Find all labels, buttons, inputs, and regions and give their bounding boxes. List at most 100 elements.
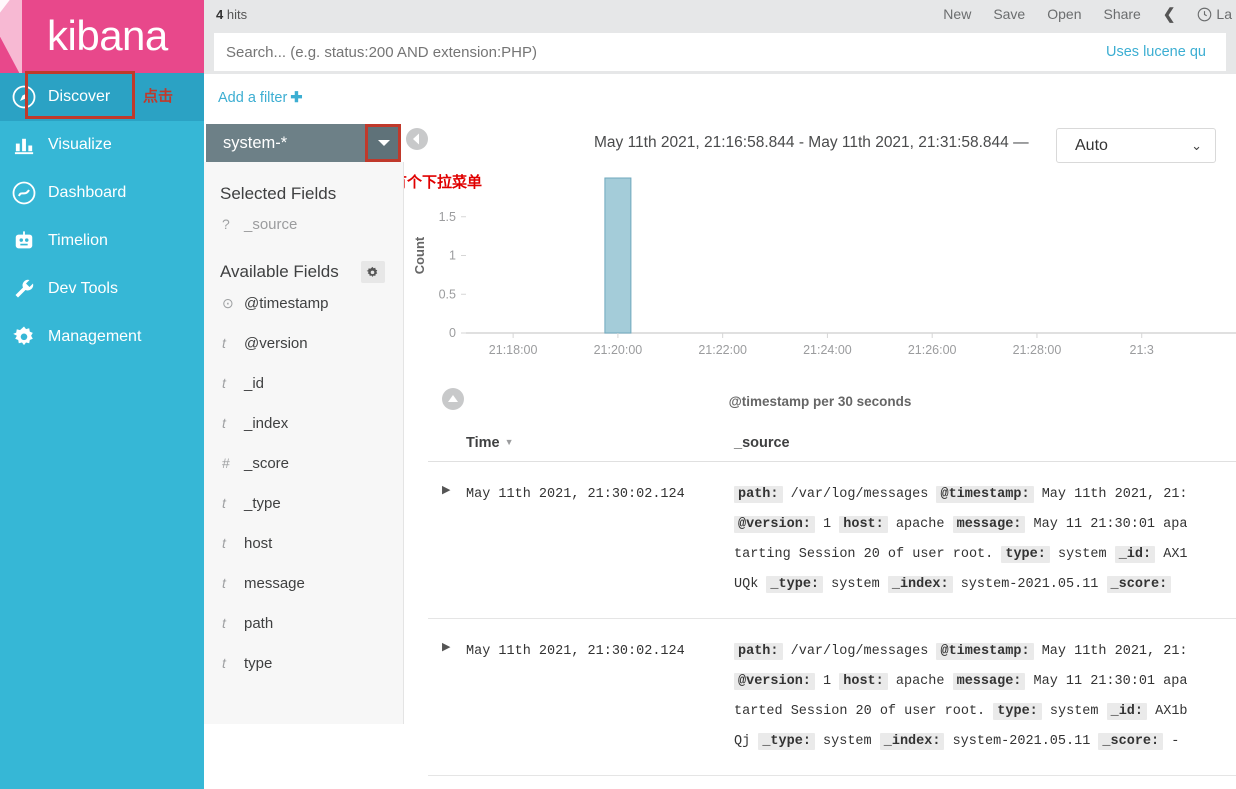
field-sidebar: Selected Fields ? _source Available Fiel… xyxy=(204,162,404,724)
wrench-icon xyxy=(0,277,48,301)
field-name: message xyxy=(244,574,305,592)
source-field-key: _index: xyxy=(879,733,945,750)
new-button[interactable]: New xyxy=(943,6,971,22)
source-field-value: May 11th 2021, 21: xyxy=(1041,644,1188,659)
collapse-chart-icon[interactable] xyxy=(442,388,464,410)
field-item-message[interactable]: t message xyxy=(204,563,403,603)
sidebar-item-dashboard[interactable]: Dashboard xyxy=(0,169,204,217)
table-row[interactable]: ▶ May 11th 2021, 21:30:02.124 path: /var/l… xyxy=(428,619,1236,776)
sidebar-item-label: Visualize xyxy=(48,136,112,153)
source-field-value: system-2021.05.11 xyxy=(960,577,1099,592)
field-item-score[interactable]: # _score xyxy=(204,443,403,483)
source-line: path: /var/log/messages @timestamp: May … xyxy=(734,637,1236,667)
field-type-icon: # xyxy=(222,455,230,471)
sort-caret-icon[interactable]: ▼ xyxy=(505,437,514,447)
search-input[interactable] xyxy=(214,43,1226,61)
source-field-value: - xyxy=(1171,734,1180,749)
source-field-value: /var/log/messages xyxy=(790,487,929,502)
table-body: ▶ May 11th 2021, 21:30:02.124 path: /var/l… xyxy=(428,462,1236,789)
add-filter-label: Add a filter xyxy=(218,90,288,106)
field-name: @timestamp xyxy=(244,294,329,312)
histogram-chart[interactable]: 0 0.5 1 1.5 Count 21:18:00 21:20:00 21:22:00 21:… xyxy=(404,170,1236,370)
source-field-value: system xyxy=(1049,704,1099,719)
source-line: @version: 1 host: apache message: May 11… xyxy=(734,510,1236,540)
add-filter-button[interactable]: Add a filter ✚ xyxy=(218,90,302,106)
row-time-cell: May 11th 2021, 21:30:02.124 xyxy=(466,487,685,502)
brand-name: kibana xyxy=(47,12,168,59)
search-box[interactable]: Uses lucene qu xyxy=(214,33,1226,71)
row-time-cell: May 11th 2021, 21:30:02.124 xyxy=(466,644,685,659)
field-item-host[interactable]: t host xyxy=(204,523,403,563)
open-button[interactable]: Open xyxy=(1047,6,1081,22)
field-type-icon: t xyxy=(222,535,226,551)
field-item-id[interactable]: t _id xyxy=(204,363,403,403)
field-name: host xyxy=(244,534,273,552)
selected-fields-label: Selected Fields xyxy=(220,184,337,203)
sidebar-item-management[interactable]: Management xyxy=(0,313,204,361)
field-name: _index xyxy=(244,414,289,432)
index-pattern-selector[interactable]: system-* xyxy=(206,124,401,162)
save-button[interactable]: Save xyxy=(993,6,1025,22)
row-source-cell: path: /var/log/messages @timestamp: May … xyxy=(734,480,1236,600)
svg-text:21:28:00: 21:28:00 xyxy=(1013,343,1062,357)
filter-bar: Add a filter ✚ xyxy=(204,74,1236,122)
source-field-value: apache xyxy=(895,674,945,689)
selected-fields-title: Selected Fields xyxy=(204,184,403,204)
field-item-type[interactable]: t type xyxy=(204,643,403,683)
histogram-area: May 11th 2021, 21:16:58.844 - May 11th 2… xyxy=(404,122,1236,422)
field-name: _type xyxy=(244,494,281,512)
sidebar-item-label: Discover xyxy=(48,88,111,105)
field-item-version[interactable]: t @version xyxy=(204,323,403,363)
sidebar-item-label: Dashboard xyxy=(48,184,127,201)
time-picker-button[interactable]: La xyxy=(1197,6,1232,22)
table-row[interactable]: ▶ May 11th 2021, 21:30:02.124 path: /var/l… xyxy=(428,462,1236,619)
row-source-cell: path: /var/log/messages @timestamp: May … xyxy=(734,637,1236,757)
hits-count: 4 hits xyxy=(204,7,247,22)
sidebar-item-label: Timelion xyxy=(48,232,108,249)
source-field-key: host: xyxy=(839,673,888,690)
expand-row-icon[interactable]: ▶ xyxy=(428,637,466,757)
time-column-header[interactable]: Time ▼ xyxy=(466,435,734,451)
field-item-path[interactable]: t path xyxy=(204,603,403,643)
svg-text:21:3: 21:3 xyxy=(1130,343,1154,357)
chevron-down-icon[interactable] xyxy=(367,124,401,162)
field-name: _source xyxy=(244,215,298,233)
field-item-source[interactable]: ? _source xyxy=(204,204,403,244)
expand-row-icon[interactable]: ▶ xyxy=(428,480,466,600)
field-item-timestamp[interactable]: ⊙ @timestamp xyxy=(204,283,403,323)
source-field-key: _index: xyxy=(887,576,953,593)
field-item-index[interactable]: t _index xyxy=(204,403,403,443)
source-line: path: /var/log/messages @timestamp: May … xyxy=(734,480,1236,510)
chevron-left-icon[interactable]: ❮ xyxy=(1163,5,1176,23)
source-field-value: May 11 21:30:01 apa xyxy=(1033,517,1188,532)
interval-select[interactable]: Auto ⌄ xyxy=(1056,128,1216,163)
source-field-key: message: xyxy=(952,516,1026,533)
source-field-key: _type: xyxy=(766,576,824,593)
source-field-key: @version: xyxy=(734,673,815,690)
gear-icon xyxy=(0,325,48,349)
source-field-value: Qj xyxy=(734,734,751,749)
svg-text:Count: Count xyxy=(412,236,427,274)
sidebar-item-visualize[interactable]: Visualize xyxy=(0,121,204,169)
source-field-value: system xyxy=(1057,547,1107,562)
sidebar-item-discover[interactable]: Discover xyxy=(0,73,204,121)
field-type-icon: ⊙ xyxy=(222,294,234,311)
sidebar-item-timelion[interactable]: Timelion xyxy=(0,217,204,265)
source-column-header[interactable]: _source xyxy=(734,435,790,451)
share-button[interactable]: Share xyxy=(1103,6,1140,22)
source-field-value: UQk xyxy=(734,577,759,592)
time-column-label: Time xyxy=(466,434,500,451)
table-row[interactable]: ▶May 11th 2021, 21:30:01.631path: @times… xyxy=(428,776,1236,789)
sidebar-item-dev-tools[interactable]: Dev Tools xyxy=(0,265,204,313)
field-type-icon: t xyxy=(222,575,226,591)
source-field-value: 1 xyxy=(823,674,832,689)
field-item-type-meta[interactable]: t _type xyxy=(204,483,403,523)
source-field-value: May 11 21:30:01 apa xyxy=(1033,674,1188,689)
source-field-value: tarting Session 20 of user root. xyxy=(734,547,994,562)
lucene-hint-link[interactable]: Uses lucene qu xyxy=(1106,33,1226,71)
kibana-brand: kibana xyxy=(0,0,204,73)
field-settings-gear-icon[interactable] xyxy=(360,261,385,283)
time-picker-label: La xyxy=(1216,6,1232,22)
source-line: @version: 1 host: apache message: May 11… xyxy=(734,667,1236,697)
source-field-key: host: xyxy=(839,516,888,533)
